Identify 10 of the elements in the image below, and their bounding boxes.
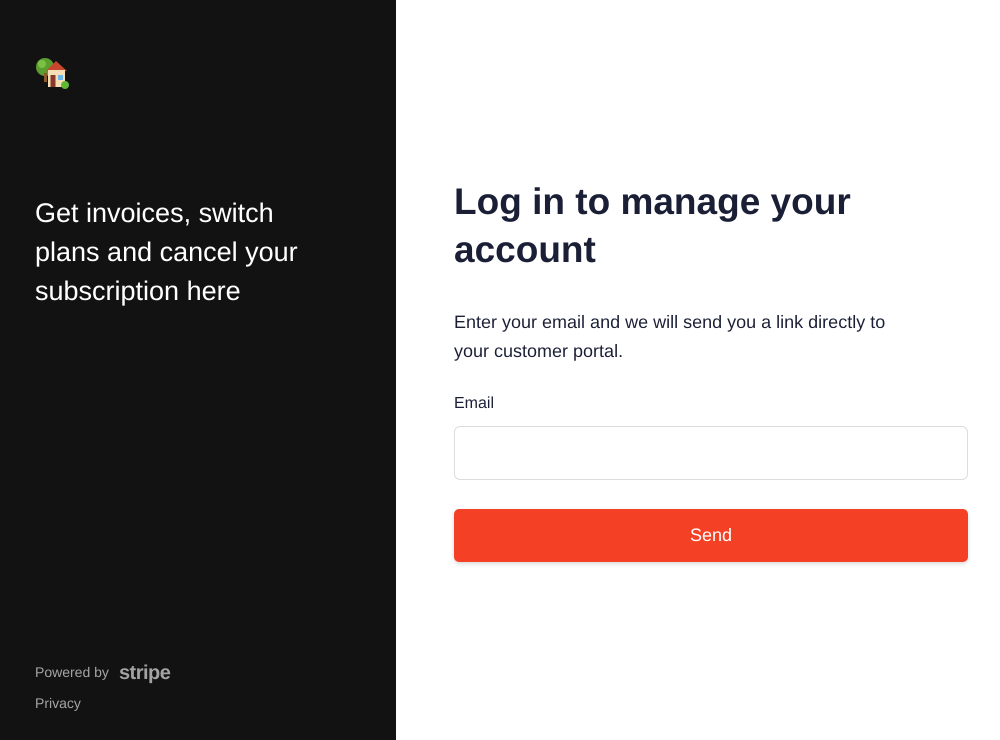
email-input[interactable] [454,426,968,480]
tagline-text: Get invoices, switch plans and cancel your subscription here [35,197,299,308]
house-with-tree-icon [35,56,71,90]
powered-by-text: Powered by [35,663,109,682]
description-text: Enter your email and we will send you a link directly to your customer portal. [454,311,886,363]
page-title: Log in to manage your account [454,180,852,272]
stripe-logo[interactable]: stripe [118,662,170,682]
send-button[interactable]: Send [454,509,968,562]
email-label: Email [454,394,494,414]
privacy-link[interactable]: Privacy [35,693,81,714]
